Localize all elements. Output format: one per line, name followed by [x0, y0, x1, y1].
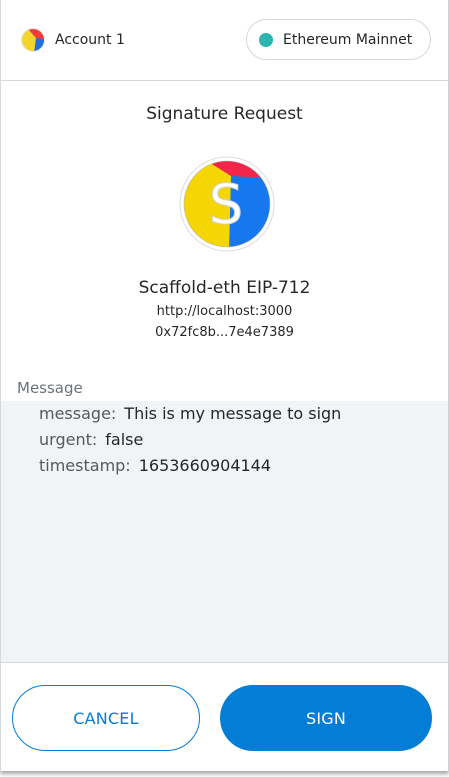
message-field-row: message: This is my message to sign [39, 404, 341, 423]
message-panel[interactable]: message: This is my message to sign urgen… [1, 401, 448, 663]
message-field-row: timestamp: 1653660904144 [39, 456, 271, 475]
site-name: Scaffold-eth EIP-712 [138, 278, 311, 298]
network-selector[interactable]: Ethereum Mainnet [246, 19, 431, 60]
message-field-key: message: [39, 404, 117, 423]
site-logo-letter: S [209, 173, 243, 236]
page-title: Signature Request [146, 104, 303, 124]
site-origin: http://localhost:3000 [156, 304, 293, 319]
message-field-value: This is my message to sign [124, 404, 342, 423]
sign-button[interactable]: SIGN [220, 685, 432, 751]
network-status-icon [259, 32, 273, 47]
message-field-key: urgent: [39, 430, 98, 449]
contract-address: 0x72fc8b...7e4e7389 [155, 325, 294, 340]
site-logo-icon: S [179, 156, 275, 252]
cancel-button[interactable]: CANCEL [12, 685, 200, 751]
signature-request-window: Account 1 Ethereum Mainnet Signature Req… [0, 0, 449, 771]
message-label: Message [17, 379, 83, 397]
message-field-value: 1653660904144 [138, 456, 272, 475]
network-name: Ethereum Mainnet [283, 31, 413, 48]
message-field-row: urgent: false [39, 430, 143, 449]
account-name: Account 1 [55, 32, 125, 48]
account-selector[interactable]: Account 1 [21, 28, 125, 52]
account-avatar-icon [21, 28, 45, 52]
app-header: Account 1 Ethereum Mainnet [1, 0, 448, 81]
message-field-value: false [105, 430, 144, 449]
message-field-key: timestamp: [39, 456, 131, 475]
